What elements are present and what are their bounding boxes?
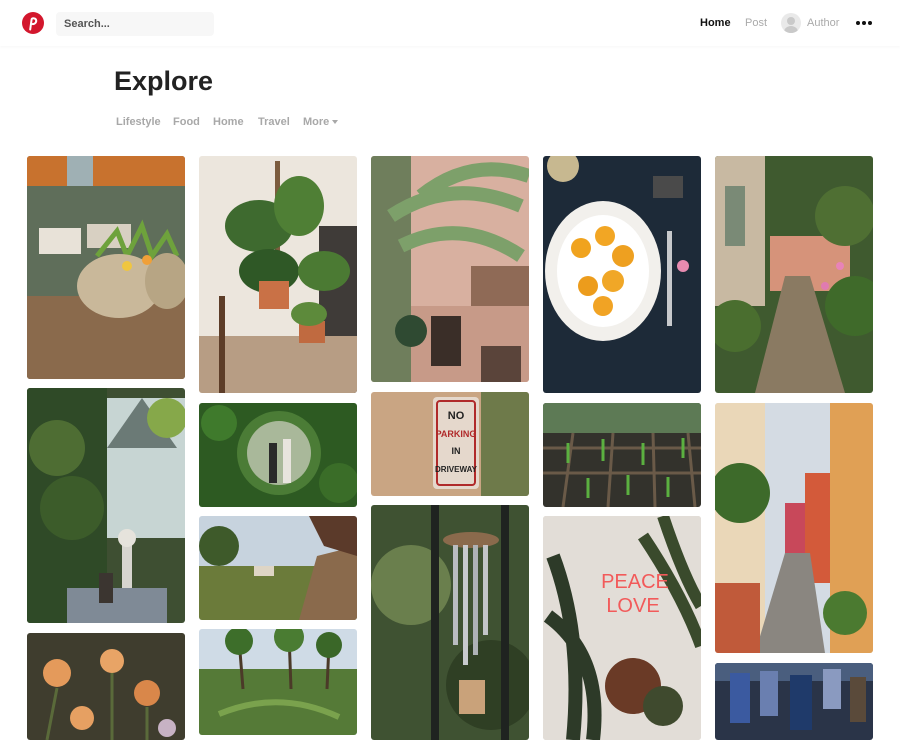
photo-seedling-tray[interactable] (543, 403, 701, 507)
photo-potted-plants-welcome[interactable] (27, 156, 185, 379)
photo-no-parking-sign[interactable]: NO PARKING IN DRIVEWAY (371, 392, 529, 496)
page-title: Explore (114, 66, 214, 96)
photo-greenhouse-garden[interactable] (27, 388, 185, 623)
nav-home-link[interactable]: Home (700, 17, 731, 29)
logo-glyph (29, 17, 38, 31)
search-input[interactable] (56, 12, 214, 36)
photo-cobblestone-path[interactable] (715, 156, 873, 393)
photo-hanging-clothes[interactable] (715, 663, 873, 740)
chevron-down-icon (332, 120, 339, 125)
category-more-dropdown[interactable]: More (303, 116, 339, 128)
category-travel[interactable]: Travel (258, 116, 290, 128)
photo-countryside-path[interactable] (199, 516, 357, 620)
top-navbar: Home Post Author (0, 0, 900, 46)
photo-colorful-street[interactable] (715, 403, 873, 653)
avatar-icon (784, 17, 798, 33)
pinterest-logo-icon[interactable] (22, 12, 44, 34)
nav-author-link[interactable]: Author (807, 17, 839, 29)
dot (856, 21, 860, 25)
sign-line-no: NO (448, 410, 465, 422)
category-lifestyle[interactable]: Lifestyle (116, 116, 161, 128)
category-more-label: More (303, 116, 330, 128)
category-home[interactable]: Home (213, 116, 244, 128)
more-dots-icon[interactable] (855, 16, 873, 30)
photo-food-plate[interactable] (543, 156, 701, 393)
dot (862, 21, 866, 25)
dot (868, 21, 872, 25)
category-food[interactable]: Food (173, 116, 200, 128)
sign-line-in: IN (452, 446, 461, 456)
photo-monstera-plant[interactable] (199, 156, 357, 393)
photo-palm-courtyard[interactable] (371, 156, 529, 382)
avatar[interactable] (781, 13, 801, 33)
sign-line-parking: PARKING (436, 429, 477, 439)
sign-line-driveway: DRIVEWAY (435, 465, 478, 474)
nav-post-link[interactable]: Post (745, 17, 767, 29)
photo-neon-sign[interactable]: PEACE LOVE (543, 516, 701, 740)
neon-love-text: LOVE (606, 595, 659, 617)
photo-tropical-terraces[interactable] (199, 629, 357, 735)
neon-peace-text: PEACE (601, 571, 669, 593)
photo-orange-flowers[interactable] (27, 633, 185, 740)
photo-wind-chime[interactable] (371, 505, 529, 740)
photo-round-hedge-window[interactable] (199, 403, 357, 507)
